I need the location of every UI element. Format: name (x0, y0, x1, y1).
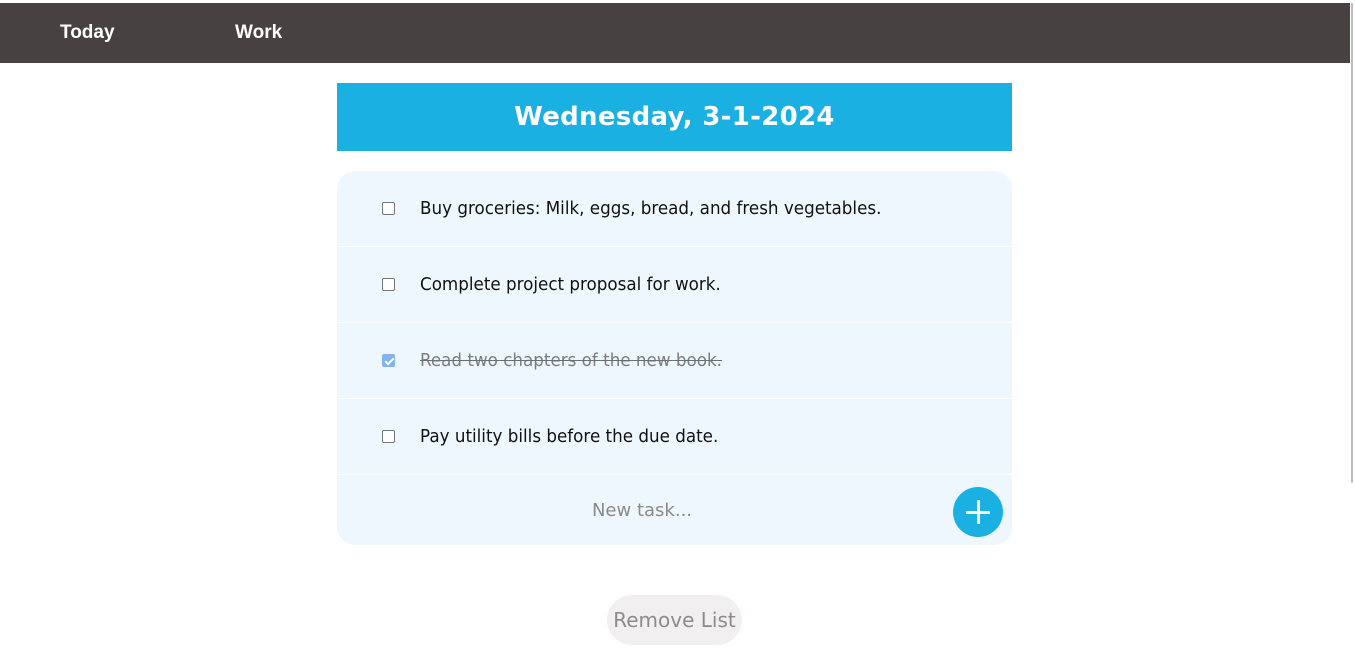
task-list-panel: Buy groceries: Milk, eggs, bread, and fr… (337, 171, 1012, 545)
task-checkbox[interactable] (382, 430, 395, 443)
task-item: Pay utility bills before the due date. (337, 399, 1012, 475)
task-text: Complete project proposal for work. (420, 274, 721, 295)
task-item: Complete project proposal for work. (337, 247, 1012, 323)
nav-link-work[interactable]: Work (235, 3, 282, 63)
new-task-input[interactable] (337, 475, 947, 545)
list-date-title: Wednesday, 3-1-2024 (337, 83, 1012, 151)
add-task-button[interactable] (953, 487, 1003, 537)
navbar: Today Work (0, 3, 1350, 63)
task-text: Buy groceries: Milk, eggs, bread, and fr… (420, 198, 882, 219)
scrollbar[interactable] (1350, 0, 1355, 650)
task-checkbox[interactable] (382, 202, 395, 215)
task-item: Buy groceries: Milk, eggs, bread, and fr… (337, 171, 1012, 247)
remove-list-button[interactable]: Remove List (607, 595, 742, 645)
task-item: Read two chapters of the new book. (337, 323, 1012, 399)
task-checkbox[interactable] (382, 354, 395, 367)
nav-link-today[interactable]: Today (60, 3, 115, 63)
new-task-row (337, 475, 1012, 545)
task-checkbox[interactable] (382, 278, 395, 291)
scrollbar-thumb[interactable] (1351, 3, 1353, 483)
task-text: Read two chapters of the new book. (420, 350, 722, 371)
task-text: Pay utility bills before the due date. (420, 426, 719, 447)
